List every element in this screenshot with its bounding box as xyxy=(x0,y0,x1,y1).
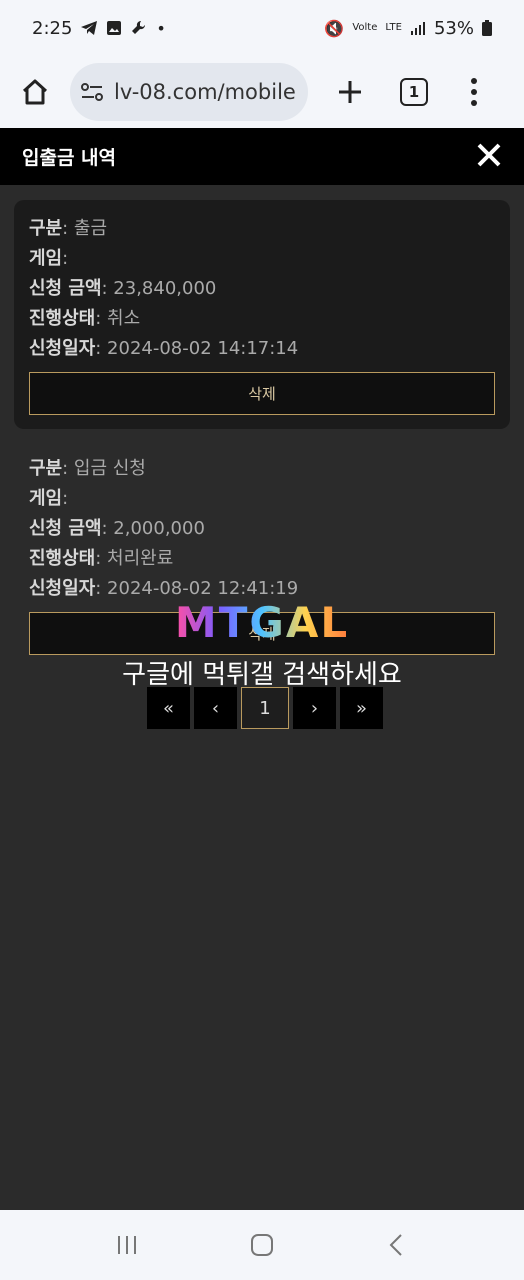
close-button[interactable] xyxy=(476,140,502,174)
home-button[interactable] xyxy=(12,69,58,115)
signal-icon xyxy=(410,22,425,35)
menu-dot-icon xyxy=(471,89,477,95)
record-type-row: 구분: 입금 신청 xyxy=(29,454,495,484)
record-status-value: : 취소 xyxy=(95,308,141,329)
address-bar[interactable]: lv-08.com/mobile xyxy=(70,63,308,121)
first-page-button[interactable]: « xyxy=(147,687,190,729)
telegram-icon xyxy=(81,21,98,35)
record-amount-row: 신청 금액: 2,000,000 xyxy=(29,514,495,544)
wrench-icon xyxy=(132,20,146,34)
record-type-label: 구분 xyxy=(29,458,63,479)
record-game-label: 게임 xyxy=(29,488,63,509)
gallery-icon xyxy=(107,21,122,35)
record-date-value: : 2024-08-02 14:17:14 xyxy=(95,338,299,359)
watermark-logo-text: MTGAL xyxy=(174,598,350,647)
recent-apps-icon[interactable] xyxy=(115,1233,139,1257)
record-status-label: 진행상태 xyxy=(29,548,96,569)
record-date-label: 신청일자 xyxy=(29,578,96,599)
new-tab-button[interactable] xyxy=(328,70,372,114)
home-icon xyxy=(22,79,48,105)
site-settings-icon[interactable] xyxy=(80,81,104,103)
mute-icon: 🔇 xyxy=(324,18,345,38)
home-nav-icon[interactable] xyxy=(249,1232,275,1258)
record-date-row: 신청일자: 2024-08-02 14:17:14 xyxy=(29,334,495,364)
battery-icon xyxy=(482,20,492,36)
record-status-value: : 처리완료 xyxy=(95,548,174,569)
tab-switcher-button[interactable]: 1 xyxy=(400,78,428,106)
menu-dot-icon xyxy=(471,78,477,84)
back-icon[interactable] xyxy=(385,1233,409,1257)
record-type-label: 구분 xyxy=(29,218,63,239)
record-amount-label: 신청 금액 xyxy=(29,518,102,539)
system-nav-bar xyxy=(0,1210,524,1280)
pagination: « ‹ 1 › » xyxy=(147,687,383,729)
status-bar: 2:25 • 🔇 Volte LTE 53% xyxy=(0,0,524,56)
browser-toolbar: lv-08.com/mobile 1 xyxy=(0,56,524,128)
next-page-button[interactable]: › xyxy=(293,687,336,729)
battery-percent: 53% xyxy=(433,17,474,39)
record-status-row: 진행상태: 취소 xyxy=(29,304,495,334)
record-amount-value: : 23,840,000 xyxy=(101,278,217,299)
notification-dot-icon: • xyxy=(156,18,166,38)
current-page[interactable]: 1 xyxy=(241,687,289,729)
record-type-value: : 입금 신청 xyxy=(62,458,146,479)
browser-menu-button[interactable] xyxy=(464,78,484,106)
volte-icon: Volte xyxy=(352,22,378,33)
watermark-logo: MTGAL xyxy=(0,598,524,647)
record-game-row: 게임: xyxy=(29,484,495,514)
record-date-value: : 2024-08-02 12:41:19 xyxy=(95,578,299,599)
record-date-label: 신청일자 xyxy=(29,338,96,359)
record-amount-value: : 2,000,000 xyxy=(101,518,205,539)
modal-title: 입출금 내역 xyxy=(22,147,117,169)
delete-button[interactable]: 삭제 xyxy=(29,372,495,415)
record-amount-label: 신청 금액 xyxy=(29,278,102,299)
record-game-value: : xyxy=(62,488,69,509)
record-type-value: : 출금 xyxy=(62,218,108,239)
record-game-value: : xyxy=(62,248,69,269)
watermark-caption: 구글에 먹튀갤 검색하세요 xyxy=(122,660,402,690)
record-status-label: 진행상태 xyxy=(29,308,96,329)
record-game-row: 게임: xyxy=(29,244,495,274)
record-game-label: 게임 xyxy=(29,248,63,269)
menu-dot-icon xyxy=(471,100,477,106)
record-status-row: 진행상태: 처리완료 xyxy=(29,544,495,574)
clock: 2:25 xyxy=(32,17,73,39)
close-icon xyxy=(477,143,501,166)
record-type-row: 구분: 출금 xyxy=(29,214,495,244)
network-type: LTE xyxy=(385,22,402,33)
last-page-button[interactable]: » xyxy=(340,687,383,729)
transaction-card: 구분: 출금 게임: 신청 금액: 23,840,000 진행상태: 취소 신청… xyxy=(14,200,510,429)
url-text: lv-08.com/mobile xyxy=(114,80,296,104)
plus-icon xyxy=(339,81,361,103)
record-amount-row: 신청 금액: 23,840,000 xyxy=(29,274,495,304)
prev-page-button[interactable]: ‹ xyxy=(194,687,237,729)
modal-header: 입출금 내역 xyxy=(0,128,524,185)
